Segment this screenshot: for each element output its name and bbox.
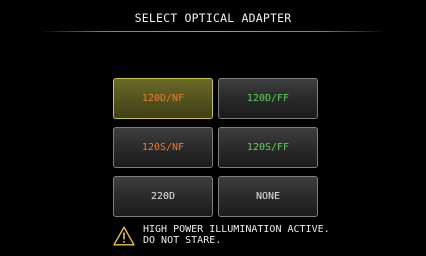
adapter-button-label: 120S/NF [141, 142, 185, 153]
screen-title: SELECT OPTICAL ADAPTER [134, 11, 292, 25]
illumination-warning: HIGH POWER ILLUMINATION ACTIVE. DO NOT S… [143, 224, 330, 246]
adapter-button-220d[interactable]: 220D [113, 176, 213, 217]
adapter-button-none[interactable]: NONE [218, 176, 318, 217]
warning-line-2: DO NOT STARE. [143, 235, 222, 246]
title-divider [40, 31, 386, 32]
adapter-button-120s-nf[interactable]: 120S/NF [113, 127, 213, 168]
adapter-button-label: NONE [255, 191, 281, 202]
adapter-button-120d-ff[interactable]: 120D/FF [218, 78, 318, 119]
warning-line-1: HIGH POWER ILLUMINATION ACTIVE. [143, 224, 330, 235]
warning-triangle-icon [113, 226, 135, 246]
adapter-button-label: 120S/FF [246, 142, 290, 153]
adapter-button-120d-nf[interactable]: 120D/NF [113, 78, 213, 119]
adapter-button-120s-ff[interactable]: 120S/FF [218, 127, 318, 168]
adapter-button-label: 120D/NF [141, 93, 185, 104]
adapter-button-label: 220D [150, 191, 176, 202]
adapter-button-label: 120D/FF [246, 93, 290, 104]
